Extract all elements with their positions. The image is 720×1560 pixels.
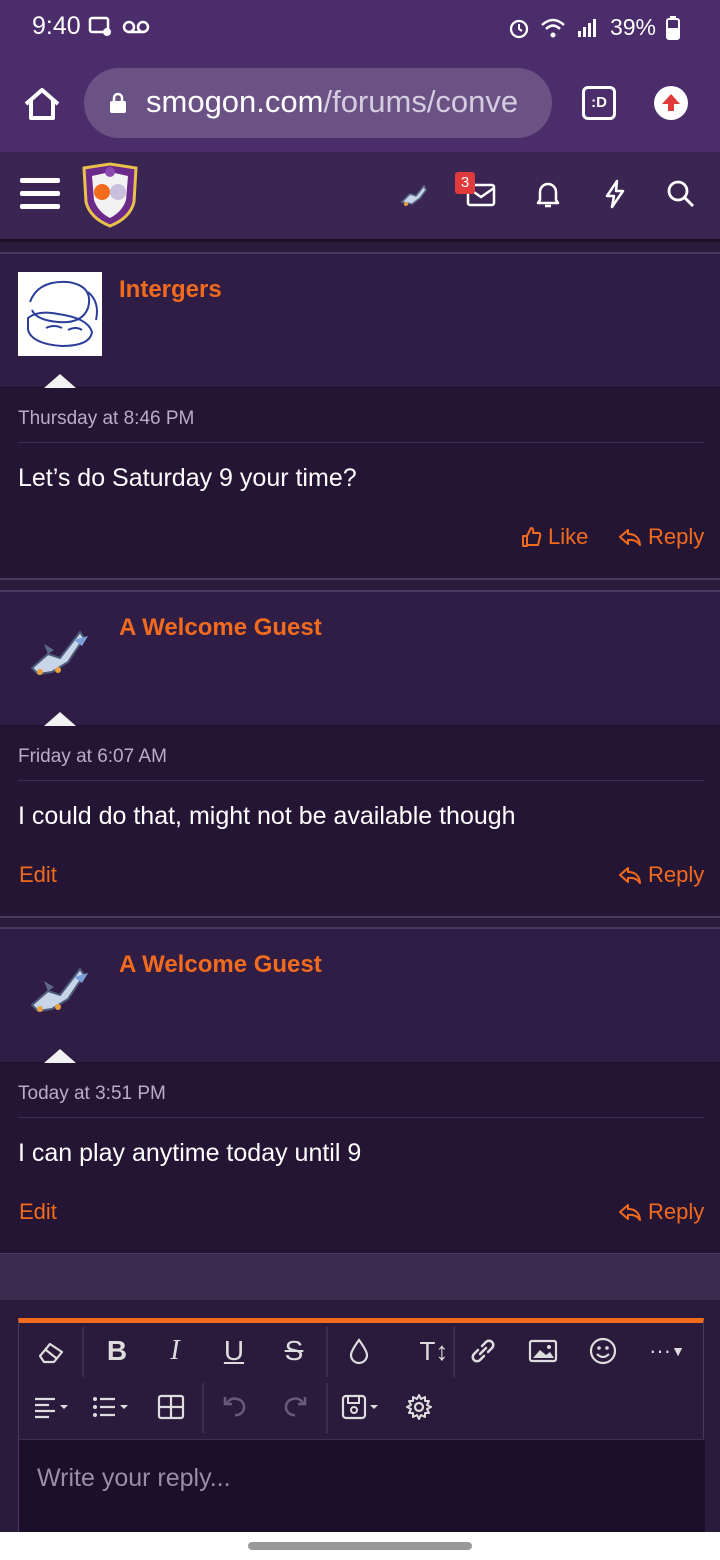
username[interactable]: Intergers: [119, 276, 222, 304]
home-icon[interactable]: [22, 84, 62, 124]
reply-placeholder: Write your reply...: [37, 1464, 231, 1492]
underline-button[interactable]: U: [216, 1333, 252, 1369]
message-user-block: A Welcome Guest: [0, 592, 720, 726]
message-user-block: A Welcome Guest: [0, 929, 720, 1063]
editor-toolbar-row-2: [19, 1379, 705, 1435]
voicemail-icon: [122, 20, 150, 34]
redo-icon[interactable]: [277, 1389, 313, 1425]
status-bar: 9:40 39%: [0, 0, 720, 56]
arrow-up-icon: [662, 94, 680, 111]
editor-toolbar-row-1: B I U S T↕ ··· ▼: [19, 1323, 705, 1379]
message-item: A Welcome Guest Today at 3:51 PM I can p…: [0, 927, 720, 1255]
battery-icon: [666, 15, 680, 40]
url-text: smogon.com/forums/conve: [146, 84, 519, 119]
text-size-button[interactable]: T↕: [409, 1333, 459, 1369]
lock-icon: [110, 92, 126, 113]
home-gesture-bar[interactable]: [248, 1542, 472, 1550]
align-left-icon[interactable]: [31, 1389, 75, 1425]
undo-icon[interactable]: [217, 1389, 253, 1425]
wifi-icon: [541, 18, 565, 37]
reply-button[interactable]: Reply: [618, 862, 704, 888]
system-nav-bar: [0, 1532, 720, 1560]
message-text: I could do that, might not be available …: [18, 802, 516, 830]
like-button[interactable]: Like: [520, 524, 588, 550]
message-text: Let’s do Saturday 9 your time?: [18, 464, 357, 492]
message-text: I can play anytime today until 9: [18, 1139, 362, 1167]
bell-icon[interactable]: [530, 176, 566, 212]
browser-toolbar: smogon.com/forums/conve :D: [0, 56, 720, 152]
like-label: Like: [548, 524, 589, 549]
reply-label: Reply: [648, 1199, 705, 1224]
avatar[interactable]: [18, 272, 102, 356]
reply-input[interactable]: Write your reply...: [19, 1439, 705, 1537]
bold-button[interactable]: B: [99, 1333, 135, 1369]
reply-label: Reply: [648, 862, 705, 887]
notification-icon: [88, 16, 111, 36]
thumbs-up-icon: [522, 527, 542, 547]
italic-button[interactable]: I: [157, 1333, 193, 1369]
username[interactable]: A Welcome Guest: [119, 614, 322, 642]
avatar[interactable]: [18, 610, 102, 694]
smogon-logo[interactable]: [80, 162, 140, 228]
message-date[interactable]: Thursday at 8:46 PM: [18, 408, 194, 430]
site-header: [0, 152, 720, 242]
message-item: A Welcome Guest Friday at 6:07 AM I coul…: [0, 590, 720, 918]
reply-icon: [619, 1204, 641, 1221]
lightning-icon[interactable]: [597, 176, 633, 212]
user-avatar-icon[interactable]: [396, 176, 432, 212]
username[interactable]: A Welcome Guest: [119, 951, 322, 979]
reply-icon: [619, 867, 641, 884]
alarm-icon: [509, 19, 529, 38]
avatar[interactable]: [18, 947, 102, 1031]
battery-percent: 39%: [609, 14, 656, 40]
reply-icon: [619, 529, 641, 546]
inbox-count-badge: 3: [455, 172, 475, 194]
update-button[interactable]: [654, 86, 688, 120]
more-options-button[interactable]: ··· ▼: [643, 1333, 691, 1369]
signal-icon: [577, 18, 596, 37]
image-icon[interactable]: [525, 1333, 561, 1369]
tabs-button[interactable]: :D: [582, 86, 616, 120]
list-icon[interactable]: [89, 1389, 133, 1425]
reply-label: Reply: [648, 524, 705, 549]
message-user-block: Intergers: [0, 254, 720, 388]
gear-icon[interactable]: [401, 1389, 437, 1425]
reply-editor: B I U S T↕ ··· ▼ Write your reply...: [18, 1318, 705, 1537]
color-drop-icon[interactable]: [341, 1333, 377, 1369]
status-time: 9:40: [32, 12, 81, 40]
eraser-icon[interactable]: [33, 1333, 69, 1369]
strikethrough-button[interactable]: S: [276, 1333, 312, 1369]
message-item: Intergers Thursday at 8:46 PM Let’s do S…: [0, 252, 720, 580]
reply-button[interactable]: Reply: [618, 1199, 704, 1225]
reply-button[interactable]: Reply: [618, 524, 704, 550]
message-date[interactable]: Today at 3:51 PM: [18, 1083, 166, 1105]
message-date[interactable]: Friday at 6:07 AM: [18, 746, 167, 768]
address-bar[interactable]: smogon.com/forums/conve: [84, 68, 552, 138]
save-draft-icon[interactable]: [339, 1389, 383, 1425]
menu-icon[interactable]: [20, 178, 60, 212]
table-icon[interactable]: [153, 1389, 189, 1425]
link-icon[interactable]: [465, 1333, 501, 1369]
edit-button[interactable]: Edit: [19, 1199, 57, 1225]
search-icon[interactable]: [663, 176, 699, 212]
edit-button[interactable]: Edit: [19, 862, 57, 888]
emoji-icon[interactable]: [585, 1333, 621, 1369]
